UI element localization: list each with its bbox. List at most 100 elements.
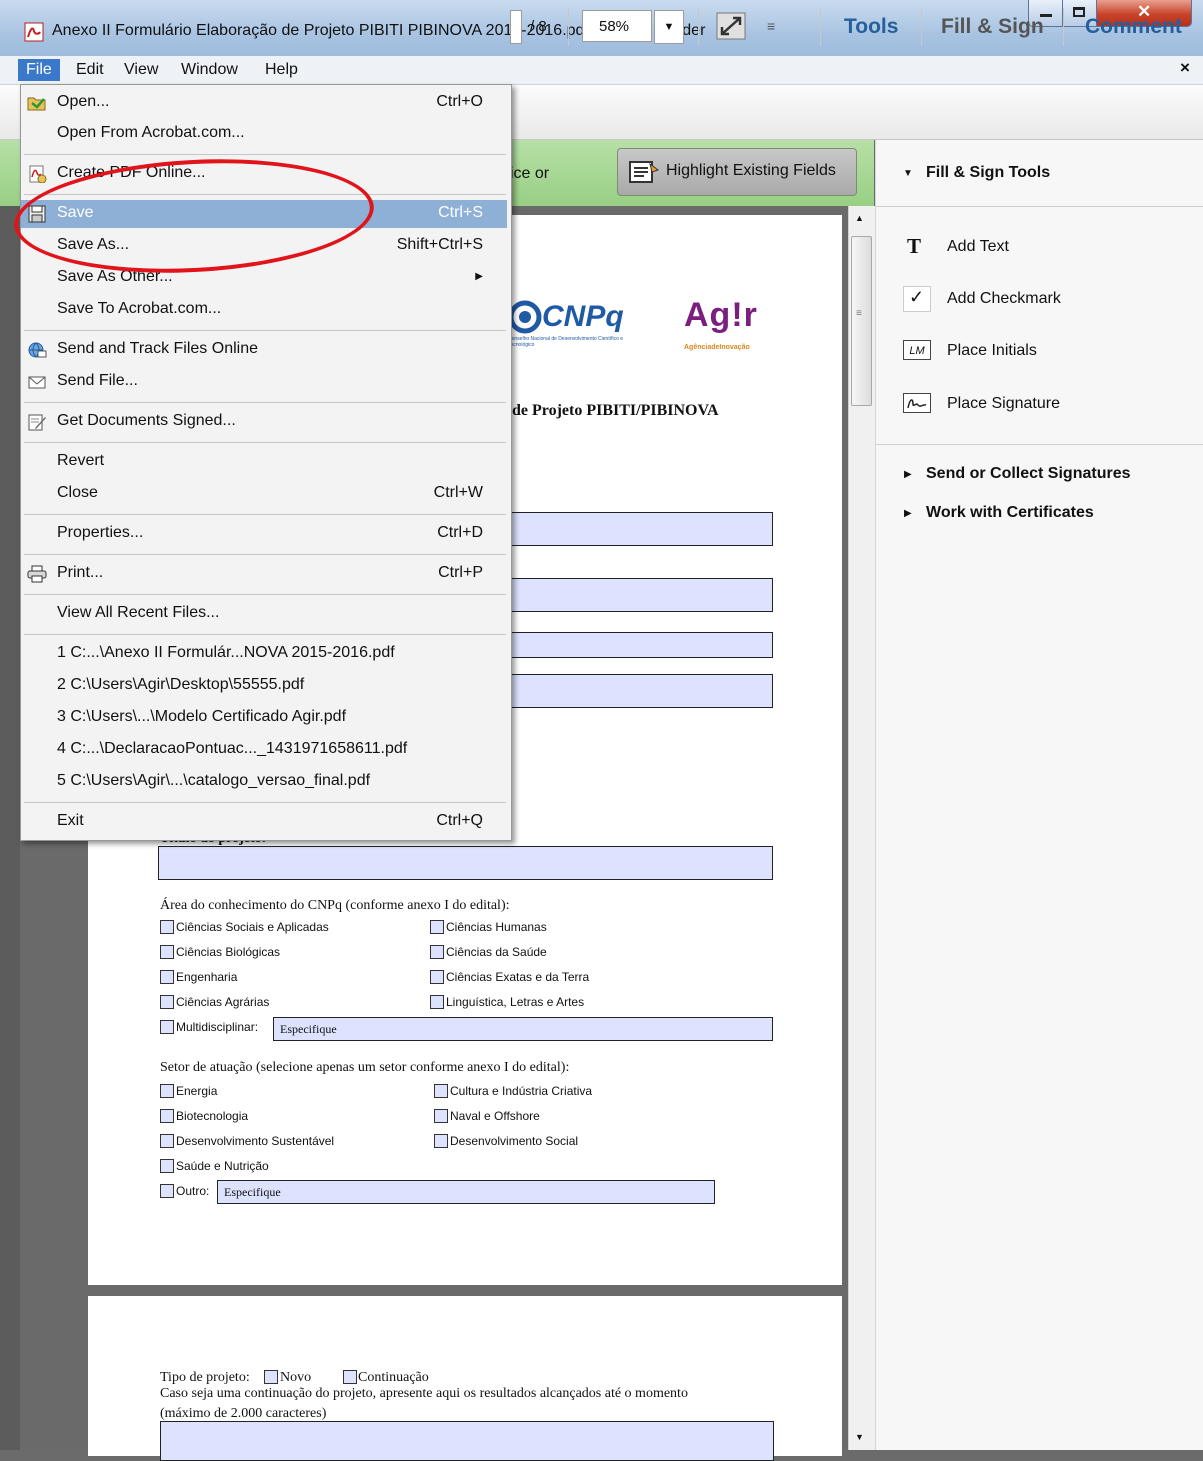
menu-item-revert[interactable]: Revert — [21, 448, 507, 476]
tab-comment[interactable]: Comment — [1085, 15, 1182, 39]
checkbox[interactable] — [160, 1134, 174, 1149]
menu-item-save-as-other[interactable]: Save As Other... ▶ — [21, 264, 507, 292]
menu-item-get-documents-signed[interactable]: Get Documents Signed... — [21, 408, 507, 436]
sector-option[interactable]: Naval e Offshore — [434, 1107, 540, 1124]
place-signature-tool[interactable]: Place Signature — [947, 395, 1060, 413]
tab-fill-sign[interactable]: Fill & Sign — [941, 15, 1044, 39]
checkbox[interactable] — [430, 945, 444, 960]
menu-item-save-as[interactable]: Save As... Shift+Ctrl+S — [21, 232, 507, 260]
checkbox[interactable] — [160, 1109, 174, 1124]
checkbox[interactable] — [160, 920, 174, 935]
form-field[interactable] — [508, 632, 773, 658]
checkbox[interactable] — [160, 995, 174, 1010]
checkbox[interactable] — [434, 1134, 448, 1149]
area-option[interactable]: Ciências Biológicas — [160, 943, 280, 960]
collapse-triangle-icon[interactable]: ▼ — [903, 168, 913, 179]
sector-option[interactable]: Desenvolvimento Social — [434, 1132, 578, 1149]
other-specify-field[interactable]: Especifique — [217, 1180, 715, 1204]
work-with-certificates-section[interactable]: Work with Certificates — [926, 504, 1094, 522]
menu-view[interactable]: View — [116, 59, 166, 81]
form-field[interactable] — [508, 512, 773, 546]
checkbox[interactable] — [430, 970, 444, 985]
full-screen-icon[interactable] — [716, 12, 746, 40]
menu-file[interactable]: File — [18, 59, 60, 81]
menu-item-close[interactable]: Close Ctrl+W — [21, 480, 507, 508]
checkbox-novo[interactable] — [264, 1370, 278, 1384]
menu-item-properties[interactable]: Properties... Ctrl+D — [21, 520, 507, 548]
results-field[interactable] — [160, 1421, 774, 1461]
menu-item-open[interactable]: Open... Ctrl+O — [21, 89, 507, 117]
recent-file-item[interactable]: 4 C:...\DeclaracaoPontuac..._14319716586… — [21, 736, 507, 764]
sector-option[interactable]: Biotecnologia — [160, 1107, 248, 1124]
area-option[interactable]: Engenharia — [160, 968, 237, 985]
project-title-field[interactable] — [158, 846, 773, 880]
send-collect-signatures-section[interactable]: Send or Collect Signatures — [926, 465, 1130, 483]
menu-help[interactable]: Help — [257, 59, 306, 81]
adobe-reader-icon — [24, 22, 44, 42]
checkbox[interactable] — [160, 945, 174, 960]
tab-tools[interactable]: Tools — [844, 15, 898, 39]
checkbox[interactable] — [434, 1084, 448, 1099]
menu-item-send-file[interactable]: Send File... — [21, 368, 507, 396]
area-option[interactable]: Ciências Humanas — [430, 918, 547, 935]
place-initials-tool[interactable]: Place Initials — [947, 342, 1037, 360]
fill-sign-tools-header[interactable]: Fill & Sign Tools — [926, 164, 1050, 182]
panel-divider — [876, 444, 1203, 445]
open-folder-icon — [27, 97, 46, 111]
scroll-up-icon[interactable]: ▲ — [855, 213, 864, 223]
sector-option[interactable]: Desenvolvimento Sustentável — [160, 1132, 334, 1149]
add-text-icon: T — [907, 234, 922, 258]
menu-bar: File Edit View Window Help × — [0, 56, 1203, 85]
sector-option[interactable]: Outro: — [160, 1182, 209, 1199]
checkbox[interactable] — [430, 995, 444, 1010]
zoom-input[interactable]: 58% — [582, 10, 652, 42]
menu-item-create-pdf-online[interactable]: Create PDF Online... — [21, 160, 507, 188]
checkbox[interactable] — [434, 1109, 448, 1124]
checkbox[interactable] — [160, 1084, 174, 1099]
scrollbar-thumb[interactable] — [851, 236, 872, 406]
more-tools-icon[interactable]: ≡ — [767, 18, 775, 34]
page-total: / 8 — [530, 18, 547, 35]
scroll-down-icon[interactable]: ▼ — [855, 1432, 864, 1442]
sector-option[interactable]: Cultura e Indústria Criativa — [434, 1082, 592, 1099]
add-checkmark-tool[interactable]: Add Checkmark — [947, 290, 1061, 308]
sector-option[interactable]: Saúde e Nutrição — [160, 1157, 269, 1174]
menu-item-open-from-acrobat[interactable]: Open From Acrobat.com... — [21, 120, 507, 148]
checkbox[interactable] — [160, 1020, 174, 1035]
menu-edit[interactable]: Edit — [68, 59, 112, 81]
area-option[interactable]: Ciências Agrárias — [160, 993, 269, 1010]
checkbox[interactable] — [160, 1184, 174, 1199]
menu-item-save[interactable]: Save Ctrl+S — [21, 200, 507, 228]
menu-item-exit[interactable]: Exit Ctrl+Q — [21, 808, 507, 836]
menu-item-view-all-recent[interactable]: View All Recent Files... — [21, 600, 507, 628]
sector-option[interactable]: Energia — [160, 1082, 217, 1099]
recent-file-item[interactable]: 3 C:\Users\...\Modelo Certificado Agir.p… — [21, 704, 507, 732]
page-number-input[interactable] — [510, 10, 522, 44]
checkbox[interactable] — [430, 920, 444, 935]
area-option[interactable]: Ciências Sociais e Aplicadas — [160, 918, 329, 935]
checkbox-continuacao[interactable] — [343, 1370, 357, 1384]
add-text-tool[interactable]: Add Text — [947, 238, 1009, 256]
area-option[interactable]: Ciências Exatas e da Terra — [430, 968, 589, 985]
zoom-dropdown-button[interactable]: ▼ — [654, 10, 684, 44]
recent-file-item[interactable]: 1 C:...\Anexo II Formulár...NOVA 2015-20… — [21, 640, 507, 668]
close-document-icon[interactable]: × — [1180, 58, 1190, 78]
multidisciplinary-specify-field[interactable]: Especifique — [273, 1017, 773, 1041]
recent-file-item[interactable]: 2 C:\Users\Agir\Desktop\55555.pdf — [21, 672, 507, 700]
form-field[interactable] — [508, 578, 773, 612]
checkbox[interactable] — [160, 970, 174, 985]
area-option[interactable]: Multidisciplinar: — [160, 1018, 258, 1035]
menu-item-save-to-acrobat[interactable]: Save To Acrobat.com... — [21, 296, 507, 324]
menu-item-print[interactable]: Print... Ctrl+P — [21, 560, 507, 588]
place-initials-icon: LM — [903, 340, 931, 360]
menu-window[interactable]: Window — [173, 59, 246, 81]
menu-item-send-and-track[interactable]: Send and Track Files Online — [21, 336, 507, 364]
area-option[interactable]: Ciências da Saúde — [430, 943, 547, 960]
toolbar-divider — [568, 8, 569, 46]
area-option[interactable]: Linguística, Letras e Artes — [430, 993, 584, 1010]
expand-triangle-icon[interactable]: ▶ — [904, 508, 912, 519]
expand-triangle-icon[interactable]: ▶ — [904, 469, 912, 480]
recent-file-item[interactable]: 5 C:\Users\Agir\...\catalogo_versao_fina… — [21, 768, 507, 796]
checkbox[interactable] — [160, 1159, 174, 1174]
form-field[interactable] — [508, 674, 773, 708]
